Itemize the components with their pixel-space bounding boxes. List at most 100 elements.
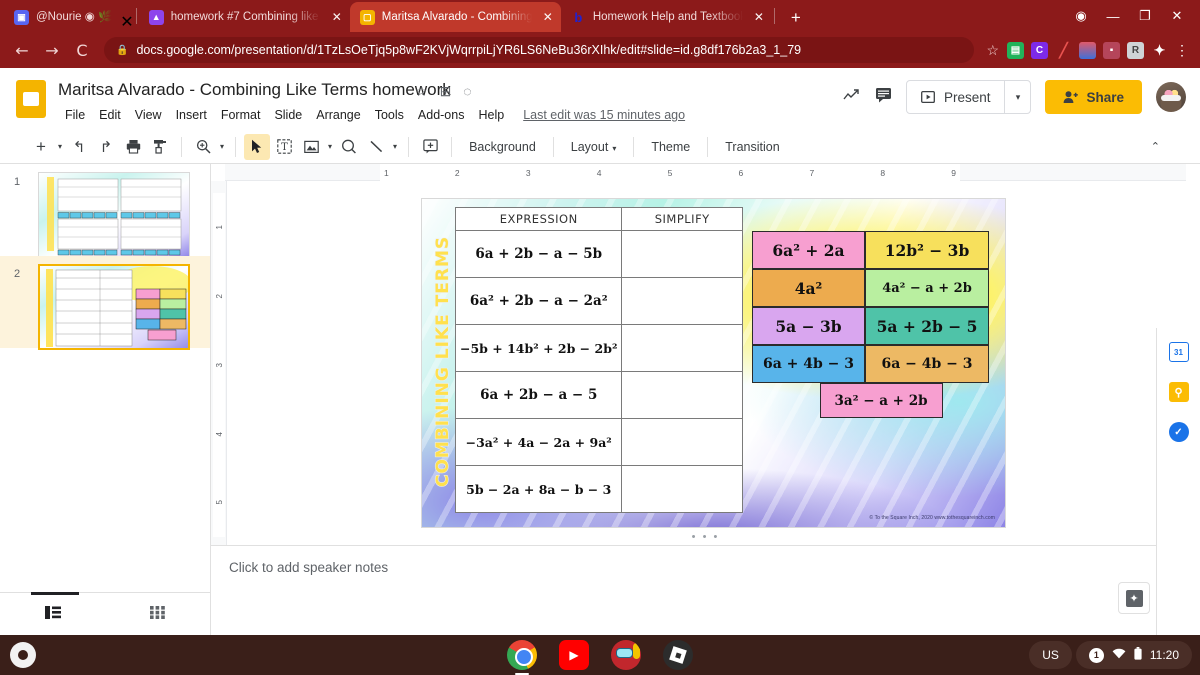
simplify-cell[interactable] bbox=[621, 324, 743, 372]
table-row[interactable]: 6a + 2b − a − 5 bbox=[454, 371, 743, 419]
extension-icon-grammar[interactable]: R bbox=[1127, 41, 1144, 59]
reload-icon[interactable]: C bbox=[68, 36, 96, 64]
slide-filmstrip[interactable]: 1 2 bbox=[0, 164, 211, 592]
back-button[interactable]: ← bbox=[8, 36, 36, 64]
table-row[interactable]: 6a + 2b − a − 5b bbox=[454, 230, 743, 278]
menu-tools[interactable]: Tools bbox=[368, 106, 411, 124]
tab-close-3[interactable]: ✕ bbox=[754, 11, 764, 23]
table-row[interactable]: 6a² + 2b − a − 2a² bbox=[454, 277, 743, 325]
maximize-button[interactable]: ❐ bbox=[1130, 1, 1160, 31]
new-slide-button[interactable]: + bbox=[28, 134, 54, 160]
activity-trend-icon[interactable] bbox=[843, 88, 861, 107]
bookmark-star-icon[interactable]: ☆ bbox=[986, 42, 999, 59]
answer-tile[interactable]: 12b² − 3b bbox=[865, 231, 989, 269]
menu-arrange[interactable]: Arrange bbox=[309, 106, 367, 124]
theme-button[interactable]: Theme bbox=[642, 140, 699, 154]
layout-button[interactable]: Layout ▾ bbox=[562, 140, 626, 154]
shape-tool-button[interactable] bbox=[336, 134, 362, 160]
browser-tab-2[interactable]: ▢ Maritsa Alvarado - Combining Lik ✕ bbox=[349, 2, 561, 32]
present-button[interactable]: Present bbox=[907, 81, 1005, 113]
browser-tab-0[interactable]: ▣ @Nourie ◉ 🌿 bbox=[4, 2, 120, 32]
roblox-app-icon[interactable] bbox=[663, 640, 693, 670]
menu-insert[interactable]: Insert bbox=[169, 106, 214, 124]
answer-tile[interactable]: 4a² − a + 2b bbox=[865, 269, 989, 307]
menu-addons[interactable]: Add-ons bbox=[411, 106, 472, 124]
horizontal-ruler[interactable]: 1 2 3 4 5 6 7 8 9 bbox=[225, 164, 1186, 181]
google-tasks-icon[interactable]: ✓ bbox=[1168, 422, 1189, 442]
extension-icon-canva[interactable]: C bbox=[1031, 41, 1048, 59]
explore-button[interactable]: ✦ bbox=[1118, 582, 1150, 614]
cloud-status-icon[interactable]: ◌ bbox=[463, 83, 471, 100]
chrome-menu-kebab-icon[interactable]: ⋮ bbox=[1172, 43, 1192, 57]
tab-close-0[interactable]: ✕ bbox=[120, 12, 133, 32]
transition-button[interactable]: Transition bbox=[716, 140, 788, 154]
google-keep-icon[interactable]: ⚲ bbox=[1168, 382, 1189, 402]
zoom-caret-icon[interactable]: ▾ bbox=[217, 142, 227, 151]
among-us-app-icon[interactable] bbox=[611, 640, 641, 670]
simplify-cell[interactable] bbox=[621, 465, 743, 513]
redo-button[interactable]: ↱ bbox=[93, 134, 119, 160]
answer-tile[interactable]: 6a + 4b − 3 bbox=[752, 345, 865, 383]
table-row[interactable]: 5b − 2a + 8a − b − 3 bbox=[454, 465, 743, 513]
keyboard-layout-button[interactable]: US bbox=[1029, 641, 1072, 669]
zoom-button[interactable] bbox=[190, 134, 216, 160]
status-tray-button[interactable]: 1 11:20 bbox=[1075, 641, 1192, 669]
launcher-button[interactable] bbox=[10, 642, 36, 668]
simplify-cell[interactable] bbox=[621, 230, 743, 278]
present-dropdown-caret-icon[interactable]: ▾ bbox=[1004, 81, 1030, 113]
filmstrip-view-icon[interactable] bbox=[44, 606, 61, 622]
move-to-folder-icon[interactable]: ⊞ bbox=[440, 83, 452, 100]
table-row[interactable]: −5b + 14b² + 2b − 2b² bbox=[454, 324, 743, 372]
slide-artboard[interactable]: COMBINING LIKE TERMS EXPRESSION SIMPLIFY… bbox=[421, 198, 1006, 528]
menu-slide[interactable]: Slide bbox=[267, 106, 309, 124]
tab-close-2[interactable]: ✕ bbox=[543, 11, 553, 23]
insert-image-button[interactable] bbox=[298, 134, 324, 160]
insert-image-caret-icon[interactable]: ▾ bbox=[325, 142, 335, 151]
browser-tab-3[interactable]: b Homework Help and Textbook So ✕ bbox=[561, 2, 772, 32]
avatar[interactable] bbox=[1156, 82, 1186, 112]
line-tool-button[interactable] bbox=[363, 134, 389, 160]
extension-puzzle-icon[interactable]: ✦ bbox=[1151, 42, 1168, 59]
answer-tile[interactable]: 6a − 4b − 3 bbox=[865, 345, 989, 383]
extension-icon-marker[interactable] bbox=[1079, 41, 1096, 59]
new-tab-button[interactable]: + bbox=[783, 6, 809, 32]
menu-file[interactable]: File bbox=[58, 106, 92, 124]
slide-thumbnail[interactable] bbox=[38, 264, 190, 350]
close-window-button[interactable]: ✕ bbox=[1162, 1, 1192, 31]
simplify-cell[interactable] bbox=[621, 371, 743, 419]
insert-comment-button[interactable] bbox=[417, 134, 443, 160]
menu-edit[interactable]: Edit bbox=[92, 106, 128, 124]
last-edit-label[interactable]: Last edit was 15 minutes ago bbox=[523, 108, 685, 122]
chrome-app-icon[interactable] bbox=[507, 640, 537, 675]
address-bar[interactable]: 🔒 docs.google.com/presentation/d/1TzLsOe… bbox=[104, 37, 975, 63]
profile-icon[interactable]: ◉ bbox=[1066, 1, 1096, 31]
grid-view-icon[interactable] bbox=[150, 606, 166, 622]
extension-icon-camera[interactable]: ▪ bbox=[1103, 41, 1120, 59]
comment-icon[interactable] bbox=[875, 87, 892, 108]
background-button[interactable]: Background bbox=[460, 140, 545, 154]
extension-icon-green[interactable]: ▤ bbox=[1007, 41, 1024, 59]
google-calendar-icon[interactable]: 31 bbox=[1168, 342, 1189, 362]
table-row[interactable]: −3a² + 4a − 2a + 9a² bbox=[454, 418, 743, 466]
filmstrip-slide-2[interactable]: 2 bbox=[0, 256, 210, 350]
menu-format[interactable]: Format bbox=[214, 106, 268, 124]
print-button[interactable] bbox=[120, 134, 146, 160]
browser-tab-1[interactable]: ▲ homework #7 Combining like terms ✕ bbox=[139, 2, 350, 32]
forward-button[interactable]: → bbox=[38, 36, 66, 64]
answer-tile[interactable]: 5a − 3b bbox=[752, 307, 865, 345]
simplify-cell[interactable] bbox=[621, 277, 743, 325]
answer-tile[interactable]: 5a + 2b − 5 bbox=[865, 307, 989, 345]
answer-tile[interactable]: 6a² + 2a bbox=[752, 231, 865, 269]
youtube-app-icon[interactable]: ▶ bbox=[559, 640, 589, 670]
slide-thumbnail[interactable] bbox=[38, 172, 190, 258]
paint-format-button[interactable] bbox=[147, 134, 173, 160]
new-slide-caret-icon[interactable]: ▾ bbox=[55, 142, 65, 151]
slide-canvas[interactable]: COMBINING LIKE TERMS EXPRESSION SIMPLIFY… bbox=[227, 181, 1200, 545]
vertical-ruler[interactable]: 1 2 3 4 5 bbox=[211, 181, 227, 545]
tab-close-1[interactable]: ✕ bbox=[332, 11, 342, 23]
star-icon[interactable]: ☆ bbox=[415, 83, 428, 100]
extension-icon-pen[interactable]: ╱ bbox=[1055, 42, 1072, 59]
collapse-toolbar-icon[interactable]: ⌃ bbox=[1151, 140, 1160, 153]
speaker-notes-pane[interactable]: Click to add speaker notes bbox=[211, 545, 1200, 635]
undo-button[interactable]: ↰ bbox=[66, 134, 92, 160]
